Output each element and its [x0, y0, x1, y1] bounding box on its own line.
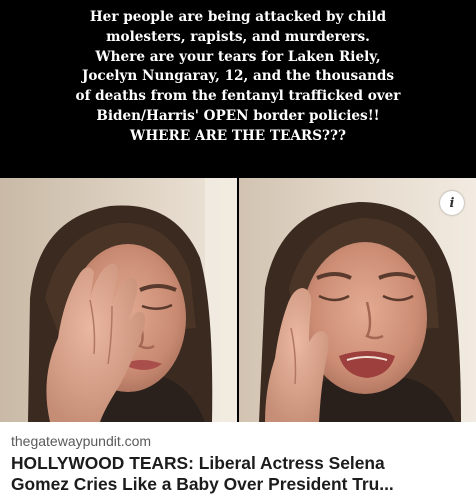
caption-text: Her people are being attacked by child m… — [4, 8, 472, 147]
info-icon: i — [449, 195, 455, 211]
caption-line: Jocelyn Nungaray, 12, and the thousands — [81, 68, 395, 85]
caption-line: of deaths from the fentanyl trafficked o… — [75, 88, 401, 105]
caption-line: Where are your tears for Laken Riely, — [95, 48, 381, 65]
caption-line: Her people are being attacked by child — [89, 9, 387, 25]
caption-line: WHERE ARE THE TEARS??? — [130, 127, 346, 144]
crying-woman-photo-left[interactable] — [0, 178, 237, 422]
photo-strip[interactable]: i — [0, 178, 476, 422]
crying-woman-photo-right[interactable]: i — [239, 178, 476, 422]
source-domain[interactable]: thegatewaypundit.com — [11, 433, 151, 449]
article-headline[interactable]: HOLLYWOOD TEARS: Liberal Actress Selena … — [11, 453, 471, 495]
caption-line: Biden/Harris' OPEN border policies!! — [96, 107, 380, 124]
headline-line: Gomez Cries Like a Baby Over President T… — [11, 474, 394, 494]
link-preview-card[interactable]: thegatewaypundit.com HOLLYWOOD TEARS: Li… — [0, 422, 476, 500]
info-button[interactable]: i — [440, 191, 464, 215]
caption-banner: Her people are being attacked by child m… — [0, 0, 476, 178]
headline-line: HOLLYWOOD TEARS: Liberal Actress Selena — [11, 453, 385, 473]
caption-line: molesters, rapists, and murderers. — [106, 28, 370, 45]
